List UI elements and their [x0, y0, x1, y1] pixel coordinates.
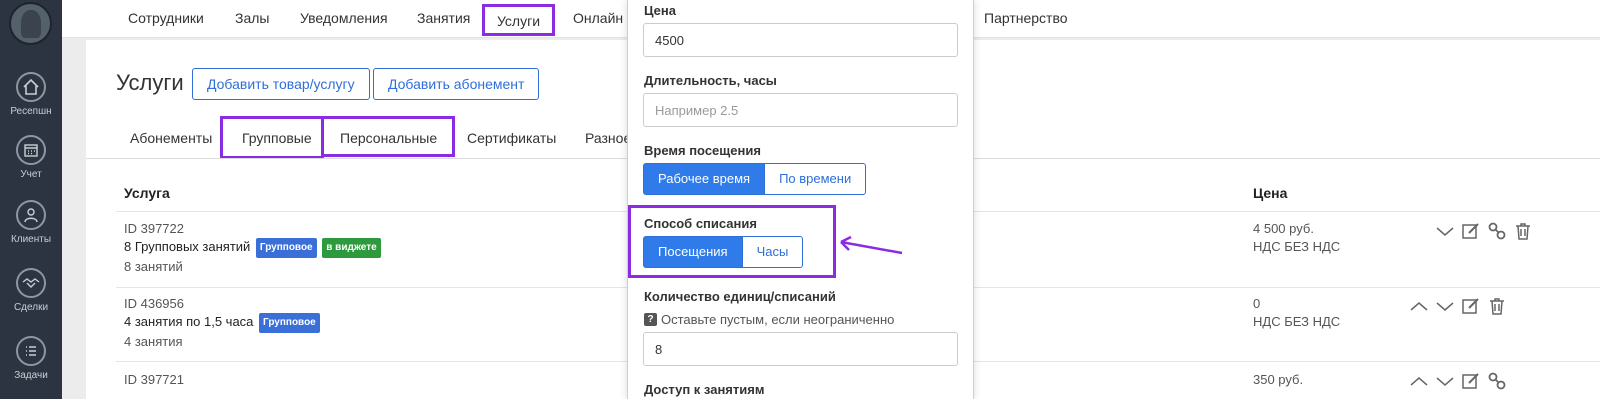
units-input[interactable] — [643, 332, 958, 366]
home-icon — [16, 72, 46, 102]
row-actions — [1435, 221, 1533, 241]
nav-services[interactable]: Услуги — [482, 4, 555, 36]
trash-icon[interactable] — [1513, 221, 1533, 241]
tasks-icon — [16, 336, 46, 366]
trash-icon[interactable] — [1487, 296, 1507, 316]
price-cell: 0 НДС БЕЗ НДС — [1253, 295, 1340, 331]
column-header-service: Услуга — [124, 185, 170, 201]
sidebar-item-reception[interactable]: Ресепшн — [0, 72, 62, 117]
status-badge: в виджете — [322, 238, 381, 258]
table-row[interactable]: ID 397721 — [124, 371, 184, 389]
chevron-down-icon[interactable] — [1435, 371, 1455, 391]
writeoff-label: Способ списания — [644, 216, 757, 231]
chevron-down-icon[interactable] — [1435, 221, 1455, 241]
add-product-button[interactable]: Добавить товар/услугу — [192, 68, 370, 100]
nav-classes[interactable]: Занятия — [417, 10, 470, 26]
nav-online[interactable]: Онлайн — [573, 10, 623, 26]
tab-misc[interactable]: Разное — [585, 130, 631, 146]
writeoff-toggle: Посещения Часы — [643, 236, 804, 268]
sidebar-item-label: Учет — [20, 169, 42, 180]
status-badge: Групповое — [259, 313, 320, 333]
table-row[interactable]: ID 436956 4 занятия по 1,5 часа Группово… — [124, 295, 320, 351]
nav-employees[interactable]: Сотрудники — [128, 10, 204, 26]
row-actions — [1409, 371, 1507, 391]
visits-button[interactable]: Посещения — [643, 236, 743, 268]
service-name: 4 занятия по 1,5 часа — [124, 314, 254, 329]
sidebar-item-clients[interactable]: Клиенты — [0, 200, 62, 245]
service-id: ID 397721 — [124, 372, 184, 387]
visit-time-label: Время посещения — [644, 143, 761, 158]
tab-subscriptions[interactable]: Абонементы — [130, 130, 212, 146]
service-sessions: 4 занятия — [124, 334, 183, 349]
by-time-button[interactable]: По времени — [765, 163, 867, 195]
price-cell: 4 500 руб. НДС БЕЗ НДС — [1253, 220, 1340, 256]
page-title: Услуги — [116, 70, 184, 95]
service-sessions: 8 занятий — [124, 259, 183, 274]
vat: НДС БЕЗ НДС — [1253, 314, 1341, 329]
service-edit-modal: Цена Длительность, часы Время посещения … — [627, 0, 974, 399]
add-subscription-button[interactable]: Добавить абонемент — [373, 68, 540, 100]
price-label: Цена — [644, 3, 676, 18]
link-icon[interactable] — [1487, 371, 1507, 391]
price: 350 руб. — [1253, 372, 1304, 387]
sidebar-item-deals[interactable]: Сделки — [0, 268, 62, 313]
edit-icon[interactable] — [1461, 296, 1481, 316]
user-icon — [16, 200, 46, 230]
column-header-price: Цена — [1253, 185, 1288, 201]
sidebar-item-label: Ресепшн — [10, 106, 52, 117]
service-id: ID 397722 — [124, 221, 184, 236]
hint-text: Оставьте пустым, если неограниченно — [661, 312, 895, 327]
units-label: Количество единиц/списаний — [644, 289, 836, 304]
working-hours-button[interactable]: Рабочее время — [643, 163, 766, 195]
edit-icon[interactable] — [1461, 221, 1481, 241]
sidebar-item-label: Сделки — [13, 302, 49, 313]
calendar-icon — [16, 135, 46, 165]
access-label: Доступ к занятиям — [644, 382, 765, 397]
chevron-up-icon[interactable] — [1409, 296, 1429, 316]
chevron-down-icon[interactable] — [1435, 296, 1455, 316]
avatar[interactable] — [9, 2, 52, 45]
hours-button[interactable]: Часы — [742, 236, 804, 268]
service-id: ID 436956 — [124, 296, 184, 311]
sidebar-item-tasks[interactable]: Задачи — [0, 336, 62, 381]
annotation-arrow-icon — [840, 235, 903, 255]
sidebar: Ресепшн Учет Клиенты Сделки Задачи — [0, 0, 62, 399]
price-input[interactable] — [643, 23, 958, 57]
vat: НДС БЕЗ НДС — [1253, 239, 1341, 254]
price: 0 — [1253, 296, 1261, 311]
duration-label: Длительность, часы — [644, 73, 777, 88]
row-actions — [1409, 296, 1507, 316]
price: 4 500 руб. — [1253, 221, 1314, 236]
service-name: 8 Групповых занятий — [124, 239, 251, 254]
sidebar-item-label: Задачи — [14, 370, 48, 381]
units-hint: ? Оставьте пустым, если неограниченно — [644, 312, 894, 327]
duration-input[interactable] — [643, 93, 958, 127]
visit-time-toggle: Рабочее время По времени — [643, 163, 867, 195]
sidebar-item-accounting[interactable]: Учет — [0, 135, 62, 180]
nav-notifications[interactable]: Уведомления — [300, 10, 388, 26]
table-row[interactable]: ID 397722 8 Групповых занятий Групповое … — [124, 220, 381, 276]
help-icon[interactable]: ? — [644, 313, 657, 326]
handshake-icon — [16, 268, 46, 298]
sidebar-item-label: Клиенты — [10, 234, 52, 245]
nav-halls[interactable]: Залы — [235, 10, 269, 26]
highlight-frame — [321, 116, 455, 157]
link-icon[interactable] — [1487, 221, 1507, 241]
status-badge: Групповое — [255, 238, 317, 258]
price-cell: 350 руб. — [1253, 371, 1303, 389]
nav-partnership[interactable]: Партнерство — [984, 10, 1068, 26]
tab-certificates[interactable]: Сертификаты — [467, 130, 556, 146]
edit-icon[interactable] — [1461, 371, 1481, 391]
highlight-frame — [220, 116, 324, 159]
chevron-up-icon[interactable] — [1409, 371, 1429, 391]
